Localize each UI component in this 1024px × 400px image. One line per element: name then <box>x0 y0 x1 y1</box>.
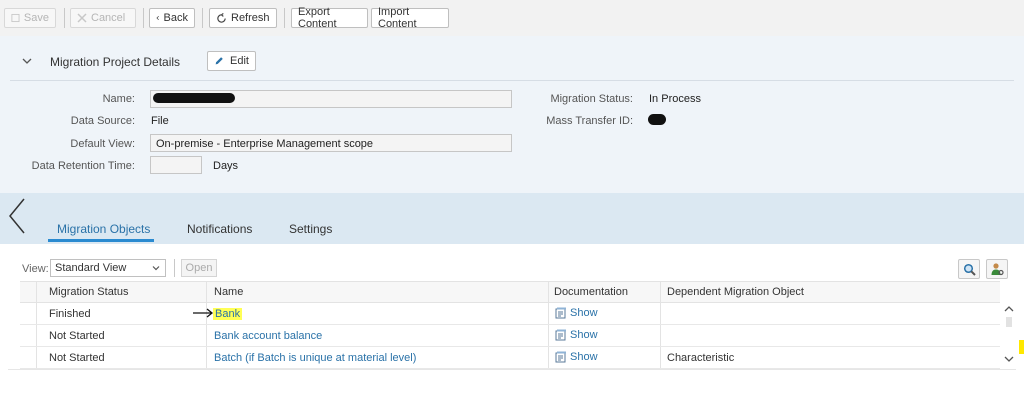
section-title: Migration Project Details <box>50 55 181 69</box>
toolbar-separator <box>64 8 65 28</box>
retention-field[interactable] <box>150 156 202 174</box>
redacted-mass-transfer-id <box>648 114 666 125</box>
doc-show-label: Show <box>570 351 598 363</box>
back-button-label: Back <box>163 12 188 24</box>
tab-migration-objects[interactable]: Migration Objects <box>57 222 150 236</box>
default-view-value: On-premise - Enterprise Management scope <box>156 138 374 150</box>
save-button-label: Save <box>23 12 49 24</box>
refresh-button-label: Refresh <box>231 12 270 24</box>
document-icon <box>555 329 566 341</box>
edit-button[interactable]: Edit <box>207 51 256 71</box>
user-settings-button[interactable] <box>986 259 1008 279</box>
row-name-link[interactable]: Bank <box>213 308 243 320</box>
row-name-link[interactable]: Bank account balance <box>214 330 322 342</box>
vertical-scrollbar[interactable] <box>1002 303 1016 369</box>
cancel-button-label: Cancel <box>91 12 126 24</box>
table-bottom-border <box>8 369 1016 370</box>
highlight-marker <box>1019 340 1024 354</box>
toolbar-separator <box>143 8 144 28</box>
toolbar-separator <box>202 8 203 28</box>
row-dependent: Characteristic <box>667 352 735 364</box>
list-toolbar-separator <box>174 259 175 277</box>
doc-show-label: Show <box>570 307 598 319</box>
migration-status-label: Migration Status: <box>550 93 633 105</box>
import-content-button[interactable]: Import Content <box>371 6 449 30</box>
import-content-label: Import Content <box>378 6 417 30</box>
table-row[interactable] <box>20 303 1000 325</box>
column-header-status[interactable]: Migration Status <box>49 286 128 298</box>
column-header-dependent[interactable]: Dependent Migration Object <box>667 286 804 298</box>
toolbar: Save Cancel Back Refresh Export Content … <box>0 0 1024 37</box>
default-view-label: Default View: <box>70 138 135 150</box>
refresh-icon <box>217 12 226 23</box>
tab-bar <box>0 193 1024 244</box>
document-icon <box>555 351 566 363</box>
mass-transfer-label: Mass Transfer ID: <box>546 115 633 127</box>
row-status: Not Started <box>49 330 105 342</box>
retention-unit: Days <box>213 160 239 172</box>
row-doc-link[interactable]: Show <box>555 329 598 341</box>
highlighted-name: Bank <box>213 308 243 320</box>
data-source-value: File <box>151 115 169 127</box>
row-status: Not Started <box>49 352 105 364</box>
chevron-down-icon <box>152 266 160 271</box>
cancel-button[interactable]: Cancel <box>70 8 136 28</box>
edit-button-label: Edit <box>230 55 249 67</box>
active-tab-indicator <box>48 239 154 242</box>
table-row[interactable] <box>20 347 1000 369</box>
export-content-label: Export Content <box>298 6 337 30</box>
view-select[interactable]: Standard View <box>50 259 166 277</box>
data-source-label: Data Source: <box>70 115 135 127</box>
migration-status-value: In Process <box>649 93 701 105</box>
chevron-left-icon <box>156 16 159 20</box>
open-button[interactable]: Open <box>181 259 217 277</box>
toolbar-separator <box>284 8 285 28</box>
arrow-right-annotation-icon <box>193 308 214 318</box>
divider <box>10 80 1014 81</box>
back-button[interactable]: Back <box>149 8 195 28</box>
table-header <box>20 281 1000 303</box>
column-header-name[interactable]: Name <box>214 286 243 298</box>
refresh-button[interactable]: Refresh <box>209 8 277 28</box>
search-button[interactable] <box>958 259 980 279</box>
tab-settings[interactable]: Settings <box>289 222 332 236</box>
retention-label: Data Retention Time: <box>31 160 135 172</box>
search-icon <box>963 263 976 276</box>
tab-notifications[interactable]: Notifications <box>187 222 252 236</box>
save-button[interactable]: Save <box>4 8 56 28</box>
row-name-link[interactable]: Batch (if Batch is unique at material le… <box>214 352 416 364</box>
table-row[interactable] <box>20 325 1000 347</box>
user-settings-icon <box>991 263 1004 276</box>
row-doc-link[interactable]: Show <box>555 351 598 363</box>
chevron-left-icon[interactable] <box>6 196 28 236</box>
document-icon <box>555 307 566 319</box>
collapse-chevron-icon[interactable] <box>22 56 32 66</box>
column-header-documentation[interactable]: Documentation <box>554 286 628 298</box>
cancel-icon <box>77 13 87 23</box>
doc-show-label: Show <box>570 329 598 341</box>
save-icon <box>11 13 20 23</box>
view-label: View: <box>22 263 49 275</box>
name-label: Name: <box>102 93 135 105</box>
row-doc-link[interactable]: Show <box>555 307 598 319</box>
view-select-value: Standard View <box>55 262 127 274</box>
row-status: Finished <box>49 308 91 320</box>
redacted-name <box>153 93 235 103</box>
pencil-icon <box>215 57 223 65</box>
export-content-button[interactable]: Export Content <box>291 6 368 30</box>
